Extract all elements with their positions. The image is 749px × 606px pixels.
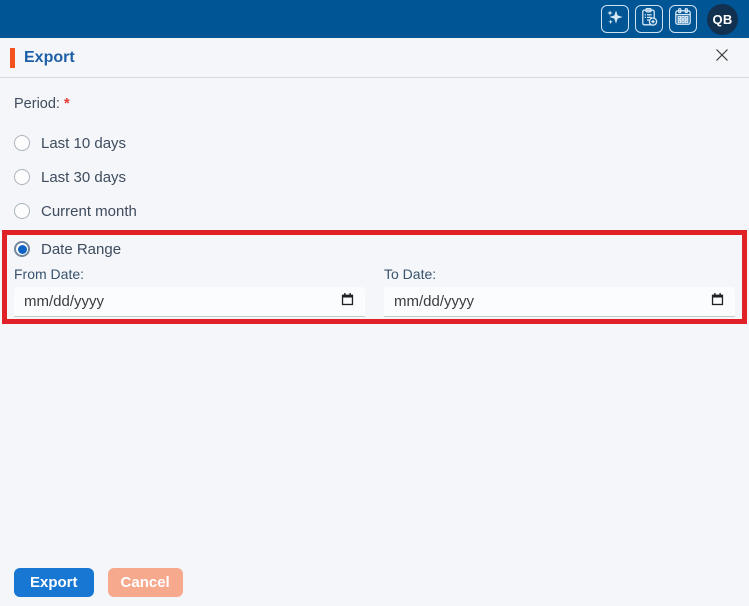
top-navigation-bar: QB (0, 0, 749, 38)
calendar-button[interactable] (669, 5, 697, 33)
dialog-footer: Export Cancel (0, 568, 749, 597)
dialog-body: Period: * Last 10 days Last 30 days Curre… (0, 78, 749, 606)
user-avatar[interactable]: QB (707, 3, 738, 35)
period-label-text: Period: (14, 96, 60, 112)
from-date-placeholder: mm/dd/yyyy (24, 293, 105, 310)
date-picker-icon[interactable] (340, 292, 355, 311)
to-date-field: To Date: mm/dd/yyyy (384, 266, 735, 317)
clipboard-add-button[interactable] (635, 5, 663, 33)
radio-option-last-10-days[interactable]: Last 10 days (0, 126, 749, 160)
date-fields-row: From Date: mm/dd/yyyy To Date: mm/dd/yyy… (14, 266, 735, 317)
to-date-input[interactable]: mm/dd/yyyy (384, 287, 735, 317)
from-date-label: From Date: (14, 266, 85, 282)
calendar-icon (673, 7, 693, 32)
dialog-header: Export (0, 38, 749, 78)
close-icon (714, 47, 730, 68)
radio-option-current-month[interactable]: Current month (0, 194, 749, 228)
date-range-highlight-box: Date Range From Date: mm/dd/yyyy To Date… (2, 230, 747, 324)
period-label: Period: * (0, 96, 749, 112)
to-date-placeholder: mm/dd/yyyy (394, 293, 475, 310)
radio-label: Date Range (41, 240, 122, 258)
radio-circle-icon[interactable] (14, 203, 30, 219)
radio-circle-icon[interactable] (14, 135, 30, 151)
clipboard-add-icon (639, 7, 659, 32)
to-date-label: To Date: (384, 266, 437, 282)
radio-label: Current month (41, 202, 137, 220)
radio-label: Last 30 days (41, 168, 127, 186)
export-button[interactable]: Export (14, 568, 94, 597)
close-button[interactable] (711, 47, 733, 69)
from-date-field: From Date: mm/dd/yyyy (14, 266, 365, 317)
export-dialog-window: QB Export Period: * Last 10 days Last 30 … (0, 0, 749, 606)
radio-option-date-range[interactable]: Date Range (14, 235, 735, 263)
radio-selected-icon[interactable] (14, 241, 30, 257)
required-asterisk: * (63, 96, 70, 112)
sparkles-icon (605, 7, 625, 32)
radio-option-last-30-days[interactable]: Last 30 days (0, 160, 749, 194)
title-accent-bar (10, 47, 15, 68)
radio-circle-icon[interactable] (14, 169, 30, 185)
cancel-button[interactable]: Cancel (107, 568, 183, 597)
ai-assistant-button[interactable] (601, 5, 629, 33)
radio-label: Last 10 days (41, 134, 127, 152)
from-date-input[interactable]: mm/dd/yyyy (14, 287, 365, 317)
date-picker-icon[interactable] (710, 292, 725, 311)
dialog-title: Export (24, 48, 75, 66)
